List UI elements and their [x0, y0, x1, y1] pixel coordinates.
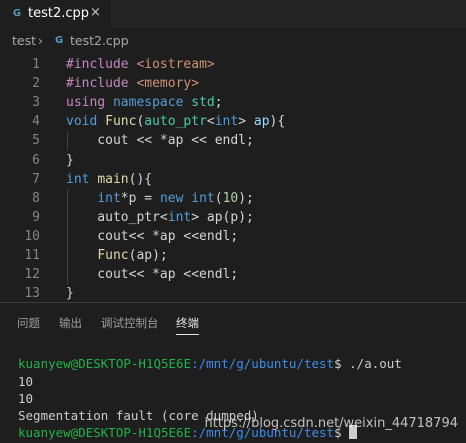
- line-number: 11: [24, 248, 40, 263]
- code-line[interactable]: 2 #include <memory>: [0, 74, 466, 93]
- code-line[interactable]: 8 int*p = new int(10);: [0, 189, 466, 208]
- line-number: 10: [24, 228, 40, 244]
- line-number: 13: [24, 286, 40, 302]
- code-text: auto_ptr<int> ap(p);: [66, 209, 254, 225]
- code-text: }: [66, 286, 74, 302]
- line-number: 4: [32, 114, 40, 130]
- tab-output[interactable]: 输出: [59, 315, 82, 331]
- code-text: }: [66, 152, 74, 168]
- breadcrumb-folder[interactable]: test: [12, 33, 36, 48]
- tab-problems[interactable]: 问题: [17, 315, 40, 331]
- indent-guide: [67, 131, 68, 151]
- tab-label: test2.cpp: [28, 6, 90, 21]
- line-number: 8: [32, 190, 40, 206]
- line-number: 3: [32, 95, 40, 111]
- code-text: cout<< *ap <<endl;: [66, 228, 239, 244]
- code-line[interactable]: 4 void Func(auto_ptr<int> ap){: [0, 112, 466, 131]
- code-line[interactable]: 12 cout<< *ap <<endl;: [0, 265, 466, 284]
- terminal-prompt-line: kuanyew@DESKTOP-H1Q5E6E:/mnt/g/ubuntu/te…: [18, 355, 402, 372]
- bottom-panel: 问题 输出 调试控制台 终端 kuanyew@DESKTOP-H1Q5E6E:/…: [0, 302, 466, 443]
- tab-debug-console[interactable]: 调试控制台: [101, 315, 159, 331]
- line-number: 9: [32, 209, 40, 225]
- line-number: 12: [24, 267, 40, 283]
- code-text: #include <memory>: [66, 76, 200, 92]
- breadcrumb-file[interactable]: test2.cpp: [70, 33, 129, 48]
- code-line[interactable]: 6}: [0, 151, 466, 170]
- breadcrumb: test › G test2.cpp: [0, 28, 466, 52]
- code-text: int main(){: [66, 171, 153, 187]
- code-line[interactable]: 3 using namespace std;: [0, 93, 466, 112]
- code-text: int*p = new int(10);: [97, 190, 254, 206]
- code-line[interactable]: 5 cout << *ap << endl;: [0, 131, 466, 150]
- tab-test2-cpp[interactable]: G test2.cpp ×: [0, 0, 111, 28]
- terminal-path: :/mnt/g/ubuntu/test: [191, 356, 335, 371]
- tab-terminal[interactable]: 终端: [176, 315, 199, 335]
- terminal-output-line: 10: [18, 391, 34, 406]
- code-line[interactable]: 7 int main(){: [0, 170, 466, 189]
- terminal-command: $ ./a.out: [334, 356, 402, 371]
- tab-bar: G test2.cpp ×: [0, 0, 466, 28]
- code-line[interactable]: 13}: [0, 284, 466, 303]
- indent-guide: [67, 188, 68, 285]
- code-line[interactable]: 1 #include <iostream>: [0, 55, 466, 74]
- line-number: 7: [32, 171, 40, 187]
- line-number: 2: [32, 76, 40, 92]
- chevron-right-icon: ›: [38, 33, 43, 48]
- terminal-user: kuanyew@DESKTOP-H1Q5E6E: [18, 356, 192, 371]
- code-text: #include <iostream>: [66, 57, 215, 72]
- code-text: using namespace std;: [66, 95, 223, 111]
- code-editor[interactable]: 1 #include <iostream> 2 #include <memory> 3 u…: [0, 52, 466, 302]
- code-text: void Func(auto_ptr<int> ap){: [66, 114, 286, 130]
- code-text: Func(ap);: [97, 248, 168, 263]
- line-number: 5: [32, 133, 40, 149]
- watermark: https://blog.csdn.net/weixin_44718794: [204, 416, 458, 431]
- terminal-output-line: 10: [18, 374, 34, 389]
- code-line[interactable]: 11 Func(ap);: [0, 246, 466, 265]
- code-text: cout << *ap << endl;: [66, 133, 254, 149]
- line-number: 6: [32, 152, 40, 168]
- code-line[interactable]: 10 cout<< *ap <<endl;: [0, 227, 466, 246]
- line-number: 1: [32, 57, 40, 72]
- close-icon[interactable]: ×: [90, 5, 101, 20]
- cpp-file-icon: G: [55, 35, 64, 46]
- cpp-file-icon: G: [12, 8, 22, 19]
- terminal-user: kuanyew@DESKTOP-H1Q5E6E: [18, 425, 192, 440]
- code-text: cout<< *ap <<endl;: [66, 267, 239, 283]
- code-line[interactable]: 9 auto_ptr<int> ap(p);: [0, 208, 466, 227]
